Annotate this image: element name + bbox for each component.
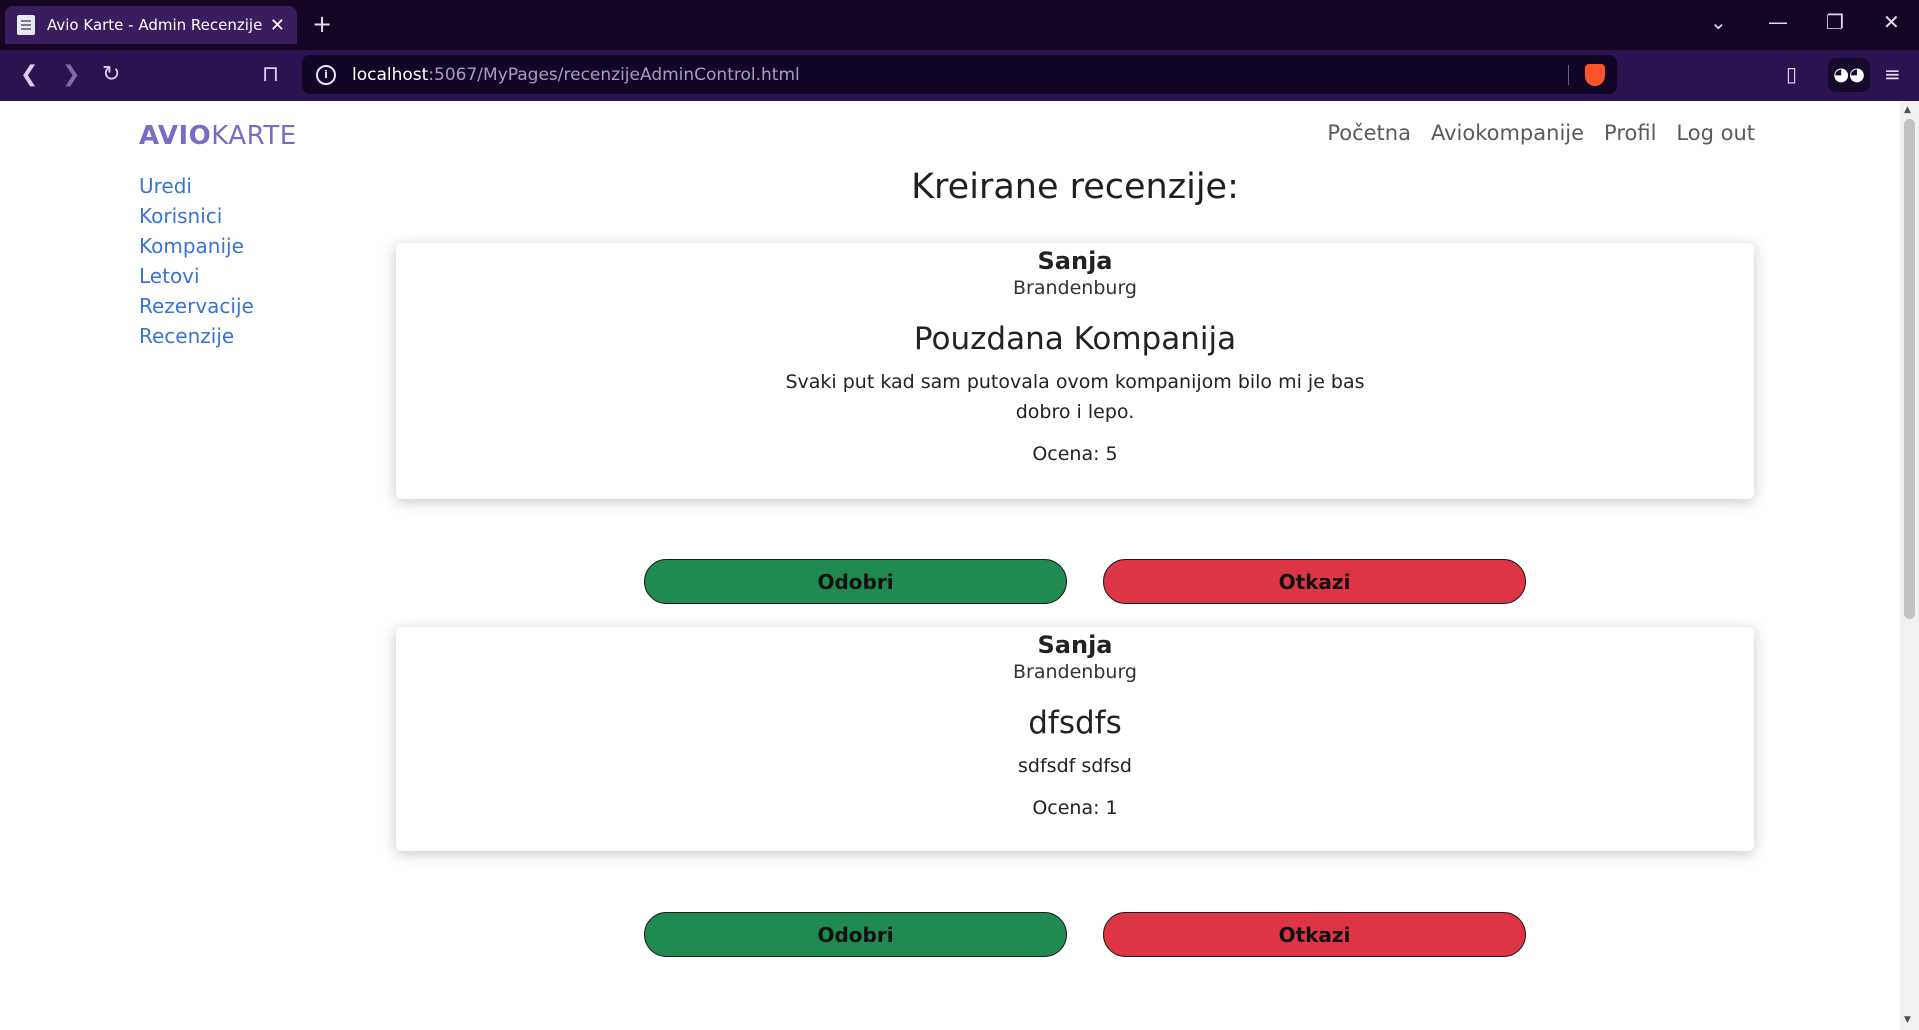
sidebar-item-uredi[interactable]: Uredi	[139, 171, 254, 201]
review-title: dfsdfs	[1028, 705, 1122, 741]
cancel-button[interactable]: Otkazi	[1103, 559, 1526, 604]
review-title: Pouzdana Kompanija	[913, 321, 1237, 357]
browser-tab-active[interactable]: Avio Karte - Admin Recenzije ✕	[5, 6, 297, 44]
sidebar-item-letovi[interactable]: Letovi	[139, 261, 254, 291]
admin-sidebar: Uredi Korisnici Kompanije Letovi Rezerva…	[139, 171, 254, 351]
scroll-up-arrow-icon[interactable]: ▲	[1904, 105, 1911, 115]
review-rating: Ocena: 1	[1032, 797, 1118, 819]
nav-log-out[interactable]: Log out	[1676, 121, 1755, 145]
page-favicon-icon	[17, 15, 35, 35]
sidebar-item-recenzije[interactable]: Recenzije	[139, 321, 254, 351]
site-info-icon[interactable]: i	[316, 64, 336, 85]
page-title: Kreirane recenzije:	[911, 167, 1239, 207]
review-author: Sanja	[1037, 631, 1113, 659]
sidebar-item-kompanije[interactable]: Kompanije	[139, 231, 254, 261]
sidebar-item-korisnici[interactable]: Korisnici	[139, 201, 254, 231]
window-close-icon[interactable]: ✕	[1883, 10, 1900, 34]
sidebar-item-rezervacije[interactable]: Rezervacije	[139, 291, 254, 321]
restore-icon[interactable]: ❐	[1826, 10, 1844, 34]
url-path: :5067/MyPages/recenzijeAdminControl.html	[428, 64, 800, 85]
minimize-icon[interactable]: —	[1768, 10, 1788, 34]
review-body: Svaki put kad sam putovala ovom kompanij…	[785, 371, 1365, 423]
address-divider	[1568, 65, 1569, 85]
review-rating: Ocena: 5	[1032, 443, 1118, 465]
sidebar-toggle-icon[interactable]: ▯	[1786, 62, 1797, 86]
tab-list-chevron-icon[interactable]: ⌄	[1710, 10, 1727, 34]
site-logo[interactable]: AVIOKARTE	[139, 121, 297, 151]
menu-icon[interactable]: ≡	[1884, 62, 1901, 86]
review-card: Sanja Brandenburg dfsdfs sdfsdf sdfsd Oc…	[396, 627, 1754, 851]
review-card: Sanja Brandenburg Pouzdana Kompanija Sva…	[396, 243, 1754, 499]
nav-aviokompanije[interactable]: Aviokompanije	[1431, 121, 1584, 145]
reader-mode-icon[interactable]: ◕◕	[1828, 58, 1870, 92]
forward-icon[interactable]: ❯	[62, 62, 80, 87]
url-host: localhost	[352, 64, 429, 85]
brave-shields-icon[interactable]	[1585, 64, 1605, 86]
review-location: Brandenburg	[1013, 277, 1137, 299]
top-navigation: Početna Aviokompanije Profil Log out	[1327, 121, 1755, 145]
tab-close-icon[interactable]: ✕	[270, 15, 285, 36]
page-viewport: AVIOKARTE Početna Aviokompanije Profil L…	[0, 101, 1900, 1030]
scrollbar-thumb[interactable]	[1904, 119, 1915, 619]
back-icon[interactable]: ❮	[20, 62, 38, 87]
tab-title: Avio Karte - Admin Recenzije	[47, 16, 262, 34]
address-bar[interactable]: i localhost:5067/MyPages/recenzijeAdminC…	[302, 55, 1617, 94]
approve-button[interactable]: Odobri	[644, 559, 1067, 604]
cancel-button[interactable]: Otkazi	[1103, 912, 1526, 957]
nav-pocetna[interactable]: Početna	[1327, 121, 1411, 145]
review-author: Sanja	[1037, 247, 1113, 275]
browser-toolbar: ❮ ❯ ↻ ⊓ i localhost:5067/MyPages/recenzi…	[0, 50, 1919, 101]
nav-profil[interactable]: Profil	[1604, 121, 1656, 145]
page-scrollbar[interactable]: ▲ ▼	[1900, 101, 1919, 1030]
approve-button[interactable]: Odobri	[644, 912, 1067, 957]
scroll-down-arrow-icon[interactable]: ▼	[1904, 1015, 1911, 1025]
review-location: Brandenburg	[1013, 661, 1137, 683]
reload-icon[interactable]: ↻	[102, 62, 120, 87]
new-tab-icon[interactable]: +	[312, 10, 332, 38]
browser-tab-bar: Avio Karte - Admin Recenzije ✕ + ⌄ — ❐ ✕	[0, 0, 1919, 50]
brand-light: KARTE	[211, 121, 297, 151]
bookmark-icon[interactable]: ⊓	[262, 62, 279, 87]
review-body: sdfsdf sdfsd	[1018, 755, 1132, 777]
brand-bold: AVIO	[139, 121, 212, 151]
